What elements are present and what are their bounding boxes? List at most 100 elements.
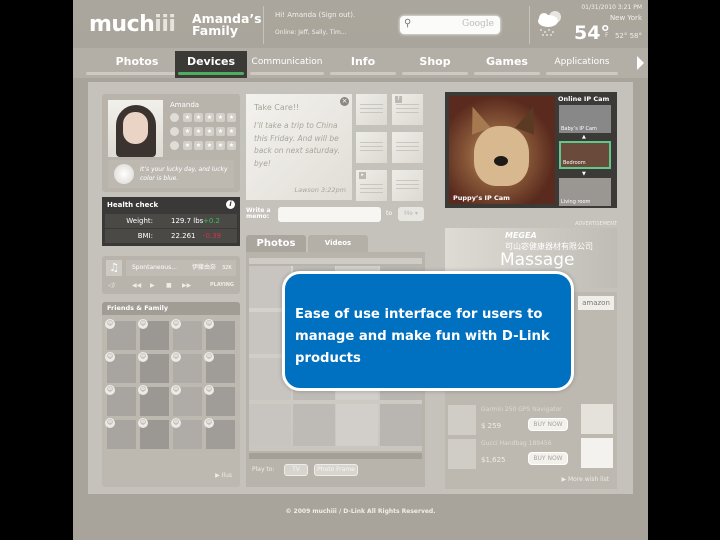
memo-thumb[interactable] (356, 132, 387, 163)
info-icon[interactable]: i (226, 200, 235, 209)
star-icon[interactable]: ★ (227, 127, 236, 136)
friends-title: Friends & Family (102, 302, 240, 315)
star-icon[interactable]: ★ (205, 113, 214, 122)
cam-thumb[interactable]: Baby’s IP Cam (559, 105, 611, 133)
search-box[interactable]: ⚲ Google (400, 16, 500, 34)
scroll-down[interactable] (249, 453, 422, 459)
friend-avatar[interactable]: ☺ (171, 352, 202, 383)
ad-headline: Massage (500, 250, 575, 270)
star-icon[interactable]: ★ (194, 113, 203, 122)
chart-icon (170, 141, 179, 150)
star-icon[interactable]: ★ (194, 127, 203, 136)
friend-avatar[interactable]: ☺ (204, 385, 235, 416)
scroll-up[interactable] (249, 258, 422, 264)
star-icon[interactable]: ★ (216, 127, 225, 136)
greeting[interactable]: Hi! Amanda (Sign out). (275, 11, 355, 19)
friend-avatar[interactable]: ☺ (138, 352, 169, 383)
item-owner-avatar (448, 439, 476, 469)
stop-button[interactable]: ■ (166, 280, 172, 291)
memo-title: Take Care!! (254, 103, 300, 112)
memo-thumb[interactable] (392, 170, 423, 201)
tab-info[interactable]: Info (327, 51, 399, 78)
cam-main-view[interactable]: Puppy’s IP Cam (449, 96, 555, 204)
online-users[interactable]: Online: Jeff, Sally, Tim... (275, 29, 347, 36)
media-thumb[interactable] (379, 404, 422, 446)
family-name: Amanda’s Family (192, 12, 262, 37)
recipient-dropdown[interactable]: Me ▾ (398, 207, 424, 221)
star-icon[interactable]: ★ (205, 141, 214, 150)
friend-avatar[interactable]: ☺ (138, 319, 169, 350)
smiley-icon: ☺ (138, 418, 148, 428)
star-icon[interactable]: ★ (183, 127, 192, 136)
friend-avatar[interactable]: ☺ (105, 385, 136, 416)
star-icon[interactable]: ★ (183, 113, 192, 122)
star-icon[interactable]: ★ (227, 113, 236, 122)
buy-now-button[interactable]: BUY NOW (528, 418, 568, 431)
tab-videos[interactable]: Videos (308, 235, 368, 252)
to-label: to (386, 210, 393, 217)
memo-thumb[interactable] (356, 94, 387, 125)
star-icon[interactable]: ★ (227, 141, 236, 150)
item-owner-avatar (448, 405, 476, 435)
avatar[interactable] (108, 100, 163, 157)
tab-photos-media[interactable]: Photos (246, 235, 306, 252)
friend-avatar[interactable]: ☺ (138, 385, 169, 416)
star-icon[interactable]: ★ (216, 113, 225, 122)
friend-avatar[interactable]: ☺ (105, 319, 136, 350)
friend-avatar[interactable]: ☺ (204, 319, 235, 350)
tab-communication[interactable]: Communication (247, 51, 327, 78)
close-icon[interactable]: × (340, 97, 349, 106)
smiley-icon: ☺ (171, 319, 181, 329)
cam-thumb[interactable]: Living room (559, 178, 611, 206)
friend-avatar[interactable]: ☺ (204, 418, 235, 449)
smiley-icon: ☺ (105, 385, 115, 395)
friend-avatar[interactable]: ☺ (171, 418, 202, 449)
health-delta: -0.39 (203, 232, 222, 240)
play-button[interactable]: ▶ (150, 280, 155, 291)
friend-avatar[interactable]: ☺ (138, 418, 169, 449)
chevron-up-icon[interactable]: ▲ (582, 134, 586, 140)
memo-thumb[interactable]: f (392, 94, 423, 125)
media-thumb[interactable] (336, 404, 378, 446)
media-thumb[interactable] (292, 404, 335, 446)
friend-avatar[interactable]: ☺ (171, 319, 202, 350)
tab-devices[interactable]: Devices (175, 51, 247, 78)
search-icon: ⚲ (404, 18, 412, 29)
tab-applications[interactable]: Applications (543, 51, 621, 78)
logo[interactable]: muchiii (89, 12, 176, 37)
friend-avatar[interactable]: ☺ (171, 385, 202, 416)
chevron-down-icon[interactable]: ▼ (582, 171, 586, 177)
memo-input[interactable] (278, 207, 381, 222)
friends-more-link[interactable]: ▶ Ilus (215, 472, 232, 479)
prev-button[interactable]: ◀◀ (132, 280, 141, 291)
star-icon[interactable]: ★ (183, 141, 192, 150)
star-icon[interactable]: ★ (194, 141, 203, 150)
tab-label: Devices (186, 55, 236, 68)
next-button[interactable]: ▶▶ (182, 280, 191, 291)
buy-now-button[interactable]: BUY NOW (528, 452, 568, 465)
chevron-right-icon[interactable] (637, 56, 644, 70)
memo-note[interactable]: Take Care!! I’ll take a trip to China th… (246, 94, 352, 200)
weather-range: 52° 58° (614, 32, 642, 40)
volume-icon[interactable]: ◁) (108, 280, 115, 291)
play-to-photo-frame-button[interactable]: Photo Frame (314, 464, 358, 476)
star-icon[interactable]: ★ (216, 141, 225, 150)
friend-avatar[interactable]: ☺ (204, 352, 235, 383)
tab-label: Photos (115, 55, 159, 68)
tab-shop[interactable]: Shop (399, 51, 471, 78)
memo-thumb[interactable] (392, 132, 423, 163)
cam-thumb-selected[interactable]: Bedroom (559, 141, 611, 169)
friend-avatar[interactable]: ☺ (105, 352, 136, 383)
play-to-tv-button[interactable]: TV (284, 464, 308, 476)
more-wishlist-link[interactable]: ▶ More wish list (561, 476, 609, 483)
track-info: Spontaneous... 伊藤由奈 32K (126, 260, 236, 276)
annotation-callout: Ease of use interface for users to manag… (282, 271, 574, 391)
media-thumb[interactable] (249, 404, 291, 446)
memo-thumb[interactable]: ▸ (356, 170, 387, 201)
music-player: ♫ Spontaneous... 伊藤由奈 32K ◁) ◀◀ ▶ ■ ▶▶ P… (102, 256, 240, 294)
friend-avatar[interactable]: ☺ (105, 418, 136, 449)
tab-games[interactable]: Games (471, 51, 543, 78)
star-icon[interactable]: ★ (205, 127, 214, 136)
ip-cam-panel: Puppy’s IP Cam Online IP Cam Baby’s IP C… (445, 92, 617, 208)
search-placeholder: Google (462, 19, 494, 29)
